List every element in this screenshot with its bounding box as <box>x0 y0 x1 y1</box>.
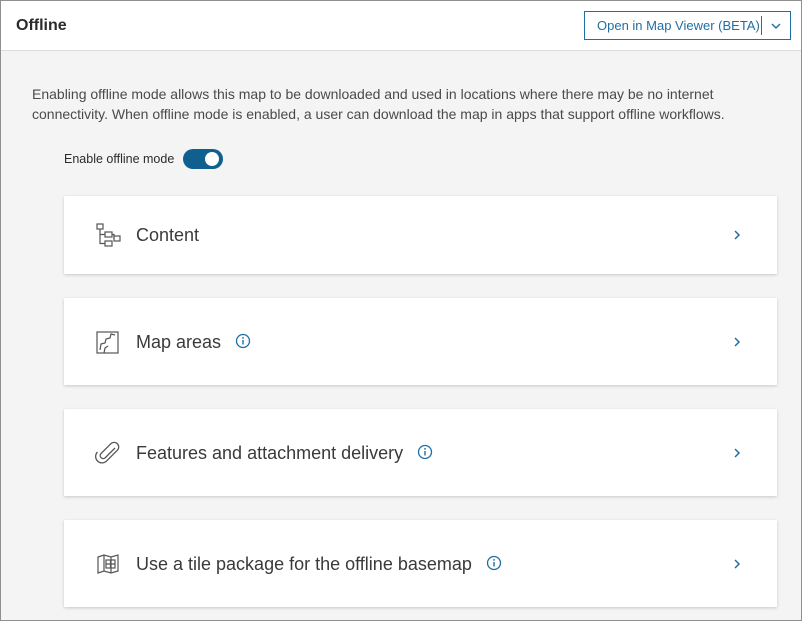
tile-package-map-icon <box>97 554 119 574</box>
offline-settings-panel: Offline Open in Map Viewer (BETA) Enabli… <box>0 0 802 621</box>
open-options-dropdown-button[interactable] <box>762 12 790 39</box>
open-in-map-viewer-split-button: Open in Map Viewer (BETA) <box>584 11 791 40</box>
open-in-map-viewer-button[interactable]: Open in Map Viewer (BETA) <box>585 12 761 39</box>
chevron-right-icon <box>734 559 741 569</box>
offline-toggle-row: Enable offline mode <box>64 149 224 169</box>
panel-header: Offline Open in Map Viewer (BETA) <box>1 1 801 51</box>
section-label-features-attachments-text: Features and attachment delivery <box>136 443 404 463</box>
chevron-down-icon <box>771 23 781 29</box>
section-label-content: Content <box>136 225 200 245</box>
section-label-map-areas: Map areas <box>136 331 251 353</box>
info-icon[interactable] <box>486 555 502 571</box>
section-label-tile-package: Use a tile package for the offline basem… <box>136 553 502 575</box>
section-label-tile-package-text: Use a tile package for the offline basem… <box>136 554 472 574</box>
section-card-features-attachments[interactable]: Features and attachment delivery <box>64 409 777 496</box>
section-card-map-areas[interactable]: Map areas <box>64 298 777 385</box>
enable-offline-toggle[interactable] <box>183 149 224 169</box>
toggle-knob <box>205 152 220 166</box>
section-label-map-areas-text: Map areas <box>136 332 222 352</box>
chevron-right-icon <box>734 448 741 458</box>
offline-description: Enabling offline mode allows this map to… <box>32 86 725 122</box>
content-hierarchy-icon <box>96 223 121 247</box>
chevron-right-icon <box>734 230 741 240</box>
section-label-features-attachments: Features and attachment delivery <box>136 442 433 464</box>
info-icon[interactable] <box>235 333 251 349</box>
info-icon[interactable] <box>417 444 433 460</box>
section-card-tile-package[interactable]: Use a tile package for the offline basem… <box>64 520 777 607</box>
paperclip-icon <box>95 441 120 464</box>
map-area-icon <box>96 331 119 354</box>
offline-toggle-label: Enable offline mode <box>64 152 175 166</box>
chevron-right-icon <box>734 337 741 347</box>
section-card-content[interactable]: Content <box>64 196 777 274</box>
page-title: Offline <box>16 17 67 34</box>
